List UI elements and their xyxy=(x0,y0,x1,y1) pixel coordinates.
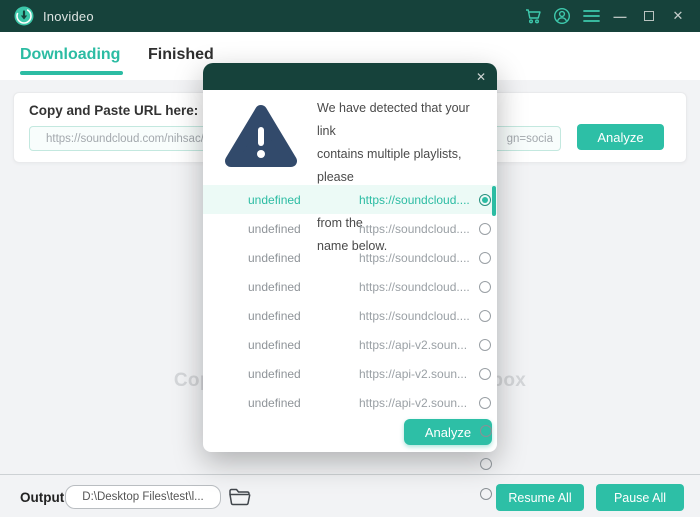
playlist-name: undefined xyxy=(248,367,348,381)
playlist-name: undefined xyxy=(248,338,348,352)
modal-header: ✕ xyxy=(203,63,497,90)
warning-icon xyxy=(225,103,297,171)
account-icon[interactable] xyxy=(552,6,572,26)
resume-all-button[interactable]: Resume All xyxy=(496,484,584,511)
playlist-row[interactable]: undefined https://soundcloud.... xyxy=(203,185,497,214)
playlist-row[interactable]: undefined https://soundcloud.... xyxy=(203,243,497,272)
modal-message-line: contains multiple playlists, please xyxy=(317,143,489,189)
titlebar: Inovideo — ✕ xyxy=(0,0,700,32)
radio-button[interactable] xyxy=(479,281,491,293)
menu-icon[interactable] xyxy=(581,6,601,26)
radio-button[interactable] xyxy=(479,252,491,264)
playlist-modal: ✕ We have detected that your link contai… xyxy=(203,63,497,452)
pause-all-button[interactable]: Pause All xyxy=(596,484,684,511)
url-value-left: https://soundcloud.com/nihsac/sets/ xyxy=(46,133,228,145)
playlist-name: undefined xyxy=(248,251,348,265)
radio-button[interactable] xyxy=(479,397,491,409)
playlist-url: https://api-v2.soun... xyxy=(359,367,479,381)
radio-button[interactable] xyxy=(479,223,491,235)
playlist-url: https://soundcloud.... xyxy=(359,222,479,236)
app-logo-icon xyxy=(14,6,34,26)
output-label: Output: xyxy=(20,490,69,505)
url-label: Copy and Paste URL here: xyxy=(29,103,198,118)
active-tab-underline xyxy=(20,71,123,75)
maximize-button[interactable] xyxy=(639,6,659,26)
url-value-right: gn=socia xyxy=(507,133,553,145)
radio-button[interactable] xyxy=(479,368,491,380)
playlist-url: https://soundcloud.... xyxy=(359,309,479,323)
output-path-input[interactable]: D:\Desktop Files\test\l... xyxy=(65,485,221,509)
playlist-name: undefined xyxy=(248,309,348,323)
cart-icon[interactable] xyxy=(523,6,543,26)
playlist-row[interactable]: undefined https://soundcloud.... xyxy=(203,214,497,243)
playlist-list: undefinedhttps://soundcloud....undefined… xyxy=(203,185,497,417)
radio-button[interactable] xyxy=(480,458,492,470)
playlist-name: undefined xyxy=(248,280,348,294)
playlist-row[interactable]: undefined https://api-v2.soun... xyxy=(203,388,497,417)
scrollbar-thumb[interactable] xyxy=(492,186,496,216)
playlist-url: https://soundcloud.... xyxy=(359,280,479,294)
playlist-row[interactable]: undefined https://soundcloud.... xyxy=(203,301,497,330)
playlist-url: https://api-v2.soun... xyxy=(359,338,479,352)
playlist-url: https://soundcloud.... xyxy=(359,193,479,207)
tab-downloading[interactable]: Downloading xyxy=(20,46,120,64)
analyze-button[interactable]: Analyze xyxy=(577,124,664,150)
playlist-name: undefined xyxy=(248,222,348,236)
playlist-row[interactable]: undefined https://api-v2.soun... xyxy=(203,330,497,359)
radio-button[interactable] xyxy=(480,425,492,437)
radio-button[interactable] xyxy=(479,310,491,322)
modal-message-line: We have detected that your link xyxy=(317,97,489,143)
radio-button[interactable] xyxy=(479,339,491,351)
playlist-url: https://soundcloud.... xyxy=(359,251,479,265)
playlist-row[interactable]: undefined https://soundcloud.... xyxy=(203,272,497,301)
bottom-divider xyxy=(0,474,700,475)
modal-close-icon[interactable]: ✕ xyxy=(473,69,489,85)
modal-analyze-button[interactable]: Analyze xyxy=(404,419,492,445)
playlist-url: https://api-v2.soun... xyxy=(359,396,479,410)
playlist-row[interactable]: undefined https://api-v2.soun... xyxy=(203,359,497,388)
app-title: Inovideo xyxy=(43,9,94,24)
tab-finished[interactable]: Finished xyxy=(148,46,214,64)
playlist-name: undefined xyxy=(248,396,348,410)
playlist-name: undefined xyxy=(248,193,348,207)
radio-button[interactable] xyxy=(479,194,491,206)
minimize-button[interactable]: — xyxy=(610,6,630,26)
radio-button[interactable] xyxy=(480,488,492,500)
close-button[interactable]: ✕ xyxy=(668,6,688,26)
folder-icon[interactable] xyxy=(228,487,252,507)
